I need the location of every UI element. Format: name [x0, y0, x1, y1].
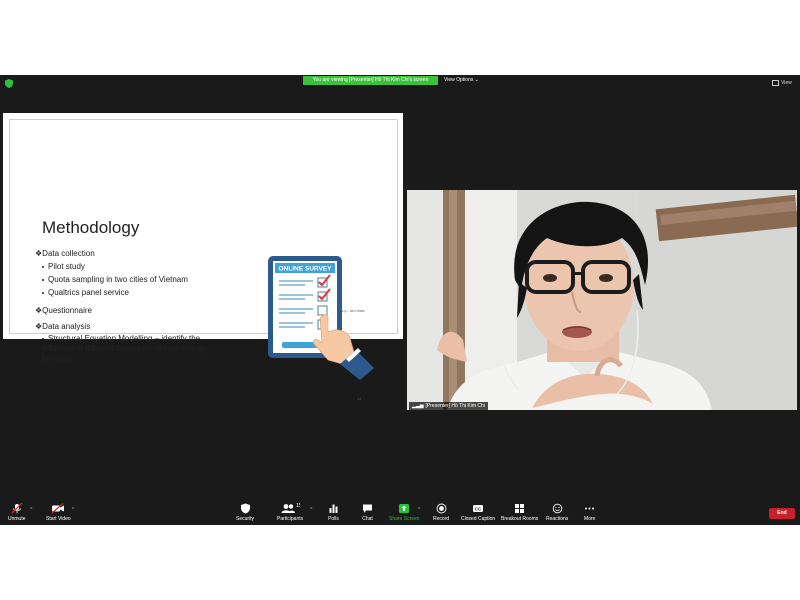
signal-bars-icon: ▂▃▅ — [412, 403, 424, 409]
share-options-caret[interactable]: ^ — [418, 507, 420, 513]
slide-title: Methodology — [42, 218, 140, 237]
slide-item: Quota sampling in two cities of Vietnam — [42, 275, 188, 284]
microphone-muted-icon — [11, 503, 23, 514]
online-survey-illustration: ONLINE SURVEY — [268, 256, 374, 380]
slide-heading-text: Data collection — [42, 249, 95, 258]
reactions-button[interactable]: Reactions — [546, 503, 568, 522]
breakout-rooms-icon — [515, 504, 525, 513]
security-label: Security — [236, 516, 255, 522]
chat-label: Chat — [362, 516, 373, 522]
view-options-button[interactable]: View Options ⌄ — [444, 76, 479, 85]
bullet-dot — [42, 278, 44, 281]
presenter-video — [407, 190, 797, 410]
slide-item: Pilot study — [42, 262, 85, 271]
reactions-label: Reactions — [546, 516, 569, 522]
share-screen-label: Share Screen — [389, 516, 420, 522]
view-label: View — [781, 80, 792, 86]
end-meeting-button[interactable]: End — [769, 508, 795, 519]
participants-label: Participants — [277, 516, 304, 522]
presenter-name-text: [Presenter] Hồ Thị Kim Chi — [425, 403, 485, 409]
unmute-button[interactable]: Unmute — [8, 503, 26, 522]
slide-heading-questionnaire: ❖Questionnaire — [35, 306, 92, 315]
audio-options-caret[interactable]: ^ — [30, 507, 32, 513]
svg-text:CC: CC — [475, 506, 482, 511]
view-options-label: View Options — [444, 77, 474, 83]
slide-page-number: 14 — [357, 396, 362, 401]
start-video-label: Start Video — [46, 516, 71, 522]
record-label: Record — [433, 516, 450, 522]
chat-bubble-icon — [363, 504, 372, 513]
start-video-button[interactable]: Start Video — [46, 503, 71, 522]
share-screen-icon — [399, 504, 410, 513]
chevron-down-icon: ⌄ — [474, 77, 479, 83]
participants-count: 15 — [296, 503, 300, 509]
slide-item-text: Quota sampling in two cities of Vietnam — [48, 275, 188, 284]
slide-heading-data-analysis: ❖Data analysis — [35, 322, 90, 331]
smiley-icon — [552, 503, 562, 514]
bar-chart-icon — [329, 504, 338, 513]
security-button[interactable]: Security — [236, 503, 254, 522]
slide-heading-text: Questionnaire — [42, 306, 92, 315]
video-options-caret[interactable]: ^ — [72, 507, 74, 513]
video-camera-off-icon — [51, 503, 65, 514]
more-button[interactable]: More — [584, 503, 595, 522]
participants-options-caret[interactable]: ^ — [310, 507, 312, 513]
polls-button[interactable]: Polls — [328, 503, 339, 522]
participants-button[interactable]: 15 Participants — [277, 503, 303, 522]
presenter-name-label: ▂▃▅ [Presenter] Hồ Thị Kim Chi — [409, 402, 488, 410]
unmute-label: Unmute — [8, 516, 26, 522]
record-button[interactable]: Record — [433, 503, 449, 522]
shield-icon[interactable] — [5, 79, 13, 88]
image-credit: pixta.jp – 961778960 — [337, 309, 365, 313]
meeting-toolbar: Unmute ^ Start Video ^ Security 15 Parti… — [0, 500, 800, 525]
participants-icon: 15 — [281, 503, 300, 513]
more-dots-icon — [585, 507, 595, 510]
breakout-rooms-label: Breakout Rooms — [501, 516, 539, 522]
slide-item-text: Qualtrics panel service — [48, 288, 129, 297]
slide-item-text: Pilot study — [48, 262, 85, 271]
more-label: More — [584, 516, 596, 522]
record-icon — [436, 503, 447, 514]
breakout-rooms-button[interactable]: Breakout Rooms — [501, 503, 538, 522]
survey-image-label: ONLINE SURVEY — [279, 266, 333, 273]
bullet-dot — [42, 291, 44, 294]
polls-label: Polls — [328, 516, 339, 522]
grid-view-icon — [772, 79, 779, 86]
bullet-dot — [42, 337, 44, 340]
closed-caption-label: Closed Caption — [461, 516, 496, 522]
slide-item: Structural Equation Modelling – identify… — [42, 334, 222, 364]
slide-heading-text: Data analysis — [42, 322, 91, 331]
closed-caption-icon: CC — [473, 505, 484, 512]
slide-item-text: Structural Equation Modelling – identify… — [42, 334, 208, 363]
top-bar: You are viewing [Presenter] Hồ Thị Kim C… — [0, 75, 800, 91]
shield-icon — [240, 503, 250, 514]
share-screen-button[interactable]: Share Screen — [389, 503, 420, 522]
viewing-banner: You are viewing [Presenter] Hồ Thị Kim C… — [303, 76, 438, 85]
closed-caption-button[interactable]: CC Closed Caption — [461, 503, 495, 522]
bullet-dot — [42, 265, 44, 268]
slide-item: Qualtrics panel service — [42, 288, 129, 297]
chat-button[interactable]: Chat — [362, 503, 373, 522]
view-button[interactable]: View — [772, 79, 792, 88]
slide-heading-data-collection: ❖Data collection — [35, 249, 95, 258]
